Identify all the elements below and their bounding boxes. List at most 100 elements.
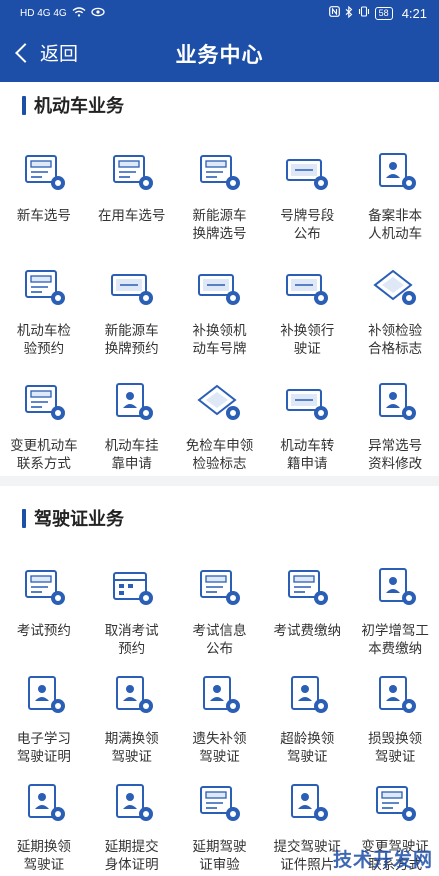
overage-renew-icon (283, 673, 331, 722)
defer-review-icon (195, 781, 243, 830)
vehicle-tile-8[interactable]: 补换领机 动车号牌 (176, 265, 264, 380)
tile-label: 延期换领 驾驶证 (16, 839, 71, 872)
tile-label: 号牌号段 公布 (280, 208, 335, 241)
vehicle-tile-1[interactable]: 新车选号 (0, 150, 88, 265)
tile-label: 变更机动车 联系方式 (10, 438, 78, 471)
driver-tile-12[interactable]: 延期提交 身体证明 (88, 781, 176, 876)
replace-license-icon (283, 265, 331, 314)
tile-label: 取消考试 预约 (104, 623, 159, 656)
vehicle-tile-6[interactable]: 机动车检 验预约 (0, 265, 88, 380)
defer-renew-icon (20, 781, 68, 830)
used-car-number-icon (108, 150, 156, 199)
bluetooth-icon (345, 5, 353, 21)
change-driver-contact-icon (371, 781, 419, 830)
cancel-exam-icon (108, 565, 156, 614)
expiry-renew-icon (108, 673, 156, 722)
vehicle-section-label: 机动车业务 (34, 96, 124, 116)
tile-label: 考试预约 (16, 623, 71, 638)
learner-fee-icon (371, 565, 419, 614)
vehicle-tile-9[interactable]: 补换领行 驶证 (263, 265, 351, 380)
vehicle-service-grid: 新车选号 在用车选号 新能源车 换牌选号 号牌号段 公布 备案非本 人机动车 机… (0, 150, 439, 495)
vehicle-tile-2[interactable]: 在用车选号 (88, 150, 176, 265)
exam-info-icon (195, 565, 243, 614)
abnormal-number-icon (371, 380, 419, 429)
tile-label: 机动车转 籍申请 (280, 438, 335, 471)
vehicle-tile-3[interactable]: 新能源车 换牌选号 (176, 150, 264, 265)
vehicle-section-title: 机动车业务 (22, 92, 124, 118)
tile-label: 新能源车 换牌预约 (104, 323, 159, 356)
change-contact-icon (20, 380, 68, 429)
tile-label: 补换领行 驶证 (280, 323, 335, 356)
tile-label: 延期提交 身体证明 (104, 839, 159, 872)
driver-tile-8[interactable]: 遗失补领 驾驶证 (176, 673, 264, 781)
driver-tile-9[interactable]: 超龄换领 驾驶证 (263, 673, 351, 781)
vehicle-tile-5[interactable]: 备案非本 人机动车 (351, 150, 439, 265)
watermark: 技术开发网 (332, 850, 433, 871)
submit-photo-icon (283, 781, 331, 830)
eye-icon (91, 7, 105, 20)
vibrate-icon (358, 6, 370, 20)
driver-section-title: 驾驶证业务 (22, 505, 124, 531)
affiliation-icon (108, 380, 156, 429)
driver-tile-2[interactable]: 取消考试 预约 (88, 565, 176, 673)
driver-tile-13[interactable]: 延期驾驶 证审验 (176, 781, 264, 876)
vehicle-tile-4[interactable]: 号牌号段 公布 (263, 150, 351, 265)
driver-service-grid: 考试预约 取消考试 预约 考试信息 公布 考试费缴纳 初学增驾工 本费缴纳 电子… (0, 565, 439, 876)
tile-label: 延期驾驶 证审验 (192, 839, 247, 872)
tile-label: 在用车选号 (97, 208, 166, 223)
clock: 4:21 (401, 5, 427, 21)
exam-fee-icon (283, 565, 331, 614)
tile-label: 新能源车 换牌选号 (192, 208, 247, 241)
driver-tile-6[interactable]: 电子学习 驾驶证明 (0, 673, 88, 781)
section-marker (22, 95, 26, 115)
signal-status: HD 4G 4G (20, 7, 67, 19)
driver-tile-10[interactable]: 损毁换领 驾驶证 (351, 673, 439, 781)
tile-label: 新车选号 (16, 208, 71, 223)
wifi-icon (72, 6, 86, 20)
lost-replace-icon (195, 673, 243, 722)
tile-label: 补领检验 合格标志 (368, 323, 423, 356)
driver-section-label: 驾驶证业务 (34, 509, 124, 529)
tile-label: 备案非本 人机动车 (368, 208, 423, 241)
app-header: 返回 业务中心 (0, 26, 439, 82)
driver-tile-4[interactable]: 考试费缴纳 (263, 565, 351, 673)
battery-indicator: 58 (374, 6, 393, 20)
tile-label: 损毁换领 驾驶证 (368, 731, 423, 764)
status-bar: HD 4G 4G 58 4:21 (0, 0, 439, 26)
replace-plate-icon (195, 265, 243, 314)
new-car-number-icon (20, 150, 68, 199)
driver-tile-7[interactable]: 期满换领 驾驶证 (88, 673, 176, 781)
section-divider (0, 476, 439, 486)
ev-plate-change-icon (195, 150, 243, 199)
damaged-replace-icon (371, 673, 419, 722)
exempt-sticker-icon (195, 380, 243, 429)
driver-tile-11[interactable]: 延期换领 驾驶证 (0, 781, 88, 876)
page-title: 业务中心 (175, 44, 264, 67)
tile-label: 机动车检 验预约 (16, 323, 71, 356)
driver-tile-3[interactable]: 考试信息 公布 (176, 565, 264, 673)
vehicle-tile-7[interactable]: 新能源车 换牌预约 (88, 265, 176, 380)
tile-label: 超龄换领 驾驶证 (280, 731, 335, 764)
tile-label: 免检车申领 检验标志 (185, 438, 254, 471)
tile-label: 考试费缴纳 (273, 623, 342, 638)
tile-label: 初学增驾工 本费缴纳 (361, 623, 429, 656)
transfer-icon (283, 380, 331, 429)
vehicle-tile-10[interactable]: 补领检验 合格标志 (351, 265, 439, 380)
tile-label: 考试信息 公布 (192, 623, 247, 656)
tile-label: 机动车挂 靠申请 (104, 438, 159, 471)
e-learning-icon (20, 673, 68, 722)
driver-tile-1[interactable]: 考试预约 (0, 565, 88, 673)
exam-booking-icon (20, 565, 68, 614)
nfc-icon (328, 6, 340, 20)
tile-label: 异常选号 资料修改 (368, 438, 423, 471)
section-marker (22, 508, 26, 528)
register-vehicle-icon (371, 150, 419, 199)
driver-tile-5[interactable]: 初学增驾工 本费缴纳 (351, 565, 439, 673)
defer-health-icon (108, 781, 156, 830)
tile-label: 期满换领 驾驶证 (104, 731, 159, 764)
tile-label: 遗失补领 驾驶证 (192, 731, 247, 764)
inspection-booking-icon (20, 265, 68, 314)
tile-label: 补换领机 动车号牌 (192, 323, 247, 356)
ev-plate-booking-icon (108, 265, 156, 314)
plate-range-icon (283, 150, 331, 199)
